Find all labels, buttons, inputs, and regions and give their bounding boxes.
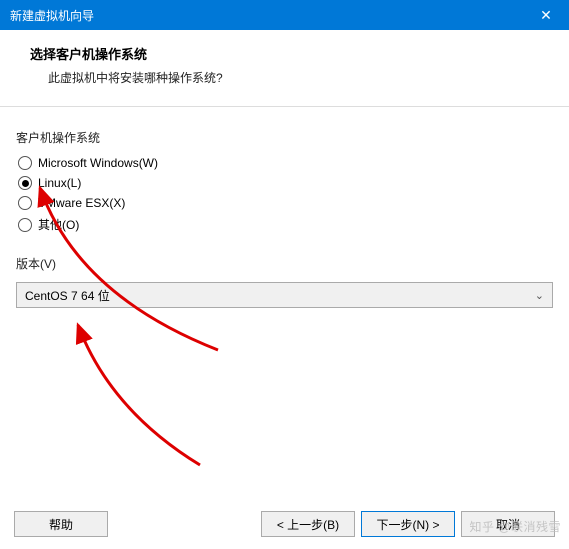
radio-icon xyxy=(18,176,32,190)
window-title: 新建虚拟机向导 xyxy=(10,7,523,24)
page-subtitle: 此虚拟机中将安装哪种操作系统? xyxy=(30,69,547,86)
radio-icon xyxy=(18,156,32,170)
version-dropdown[interactable]: CentOS 7 64 位 ⌄ xyxy=(16,282,553,308)
radio-label: Linux(L) xyxy=(38,176,81,190)
radio-linux[interactable]: Linux(L) xyxy=(18,176,553,190)
button-label: < 上一步(B) xyxy=(277,516,339,533)
radio-label: VMware ESX(X) xyxy=(38,196,125,210)
radio-windows[interactable]: Microsoft Windows(W) xyxy=(18,156,553,170)
os-radio-group: Microsoft Windows(W) Linux(L) VMware ESX… xyxy=(16,156,553,233)
wizard-header: 选择客户机操作系统 此虚拟机中将安装哪种操作系统? xyxy=(0,30,569,107)
radio-label: 其他(O) xyxy=(38,216,79,233)
close-icon: ✕ xyxy=(540,7,552,24)
radio-icon xyxy=(18,196,32,210)
button-label: 下一步(N) > xyxy=(376,516,439,533)
os-group-label: 客户机操作系统 xyxy=(16,129,553,146)
titlebar: 新建虚拟机向导 ✕ xyxy=(0,0,569,30)
radio-label: Microsoft Windows(W) xyxy=(38,156,158,170)
annotation-arrow xyxy=(50,300,230,480)
page-title: 选择客户机操作系统 xyxy=(30,44,547,63)
next-button[interactable]: 下一步(N) > xyxy=(361,511,455,537)
radio-icon xyxy=(18,218,32,232)
watermark: 知乎 @联消残雪 xyxy=(469,518,561,535)
radio-other[interactable]: 其他(O) xyxy=(18,216,553,233)
close-button[interactable]: ✕ xyxy=(523,0,569,30)
version-label: 版本(V) xyxy=(16,255,553,272)
button-label: 帮助 xyxy=(49,516,73,533)
back-button[interactable]: < 上一步(B) xyxy=(261,511,355,537)
radio-vmware-esx[interactable]: VMware ESX(X) xyxy=(18,196,553,210)
version-section: 版本(V) CentOS 7 64 位 ⌄ xyxy=(16,255,553,308)
chevron-down-icon: ⌄ xyxy=(535,289,544,302)
wizard-body: 客户机操作系统 Microsoft Windows(W) Linux(L) VM… xyxy=(0,107,569,308)
help-button[interactable]: 帮助 xyxy=(14,511,108,537)
dropdown-selected-value: CentOS 7 64 位 xyxy=(25,287,535,304)
